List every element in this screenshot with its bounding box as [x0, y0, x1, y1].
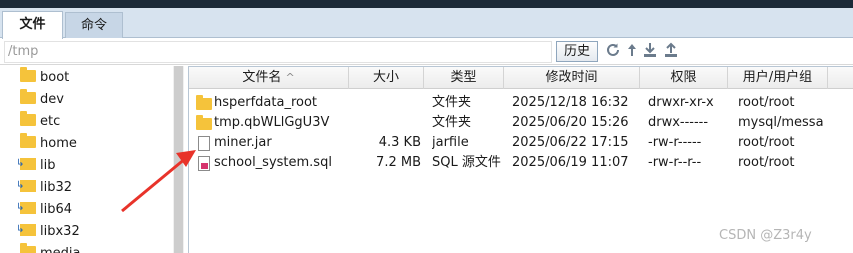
tree-item-dev[interactable]: dev: [20, 89, 64, 110]
file-icon: [198, 136, 210, 151]
file-list: 文件名 ^ 大小 类型 修改时间 权限 用户/用户组 hsperfdata_ro…: [188, 66, 853, 253]
tree-item-etc[interactable]: etc: [20, 111, 61, 132]
tree-scrollbar-thumb[interactable]: [174, 66, 183, 253]
tree-item-label: libx32: [40, 224, 80, 239]
file-mtime: 2025/06/19 11:07: [512, 155, 629, 170]
folder-link-icon: [16, 158, 36, 170]
tree-item-label: media: [40, 246, 81, 253]
file-list-header: 文件名 ^ 大小 类型 修改时间 权限 用户/用户组: [189, 67, 853, 89]
file-size: [349, 93, 421, 113]
file-permissions: -rw-r--r--: [648, 155, 702, 170]
tree-item-media[interactable]: media: [20, 243, 81, 253]
file-type: 文件夹: [432, 95, 472, 110]
file-mtime: 2025/12/18 16:32: [512, 95, 629, 110]
tree-item-label: boot: [40, 70, 70, 85]
table-row[interactable]: tmp.qbWLlGgU3V 文件夹 2025/06/20 15:26 drwx…: [189, 113, 853, 133]
folder-link-icon: [16, 202, 36, 214]
file-size: 4.3 KB: [378, 135, 421, 150]
upload-icon[interactable]: [662, 42, 680, 60]
tree-item-label: lib: [40, 158, 56, 173]
folder-icon: [20, 111, 36, 126]
file-permissions: drwx------: [648, 115, 709, 130]
file-name: school_system.sql: [214, 155, 332, 170]
tree-item-label: lib64: [40, 202, 73, 217]
path-bar: /tmp 历史: [0, 39, 853, 65]
folder-icon: [20, 67, 36, 82]
watermark: CSDN @Z3r4y: [719, 228, 812, 243]
file-owner: root/root: [738, 95, 795, 110]
history-button[interactable]: 历史: [556, 41, 598, 62]
folder-icon: [20, 133, 36, 148]
column-header-name-label: 文件名: [242, 70, 282, 85]
column-header-type[interactable]: 类型: [424, 67, 504, 89]
tree-item-lib64[interactable]: lib64: [16, 200, 73, 220]
column-header-mtime[interactable]: 修改时间: [504, 67, 640, 89]
file-name: hsperfdata_root: [214, 95, 318, 110]
tab-strip: 文件 命令: [0, 8, 853, 39]
file-type: SQL 源文件: [432, 155, 501, 170]
tree-item-label: home: [40, 136, 77, 151]
folder-icon: [20, 243, 36, 253]
tree-item-home[interactable]: home: [20, 133, 77, 154]
tree-item-label: lib32: [40, 180, 73, 195]
tab-commands[interactable]: 命令: [65, 12, 123, 38]
table-row[interactable]: school_system.sql 7.2 MB SQL 源文件 2025/06…: [189, 153, 853, 173]
folder-icon: [20, 89, 36, 104]
column-header-permissions[interactable]: 权限: [640, 67, 728, 89]
tree-item-label: dev: [40, 92, 64, 107]
window-top-bar: [0, 0, 853, 8]
tree-item-boot[interactable]: boot: [20, 67, 70, 88]
file-owner: mysql/messa: [738, 115, 824, 130]
file-type: jarfile: [432, 135, 469, 150]
tree-item-libx32[interactable]: libx32: [16, 222, 80, 242]
download-icon[interactable]: [641, 42, 659, 60]
folder-icon: [196, 115, 212, 130]
folder-link-icon: [16, 224, 36, 236]
file-type: 文件夹: [432, 115, 472, 130]
sql-file-icon: [198, 156, 210, 171]
sort-ascending-icon: ^: [285, 71, 295, 84]
tree-item-lib32[interactable]: lib32: [16, 178, 73, 198]
tree-item-label: etc: [40, 114, 61, 129]
path-input[interactable]: /tmp: [4, 41, 552, 63]
file-permissions: -rw-r-----: [648, 135, 702, 150]
file-owner: root/root: [738, 155, 795, 170]
file-mtime: 2025/06/22 17:15: [512, 135, 629, 150]
file-size: [349, 113, 421, 133]
folder-link-icon: [16, 180, 36, 192]
file-mtime: 2025/06/20 15:26: [512, 115, 629, 130]
tree-scrollbar[interactable]: [173, 66, 184, 253]
file-owner: root/root: [738, 135, 795, 150]
tab-files[interactable]: 文件: [2, 11, 63, 39]
file-name: miner.jar: [214, 135, 272, 150]
tree-item-lib[interactable]: lib: [16, 156, 56, 176]
directory-tree: boot dev etc home lib lib32 lib64 libx32…: [0, 66, 187, 253]
file-size: 7.2 MB: [376, 155, 421, 170]
column-header-size[interactable]: 大小: [349, 67, 424, 89]
table-row[interactable]: miner.jar 4.3 KB jarfile 2025/06/22 17:1…: [189, 133, 853, 153]
table-row[interactable]: hsperfdata_root 文件夹 2025/12/18 16:32 drw…: [189, 93, 853, 113]
up-directory-icon[interactable]: [623, 42, 641, 60]
file-name: tmp.qbWLlGgU3V: [214, 115, 330, 130]
refresh-icon[interactable]: [604, 42, 622, 60]
column-header-name[interactable]: 文件名 ^: [189, 67, 349, 89]
column-header-owner[interactable]: 用户/用户组: [728, 67, 828, 89]
file-permissions: drwxr-xr-x: [648, 95, 714, 110]
folder-icon: [196, 95, 212, 110]
